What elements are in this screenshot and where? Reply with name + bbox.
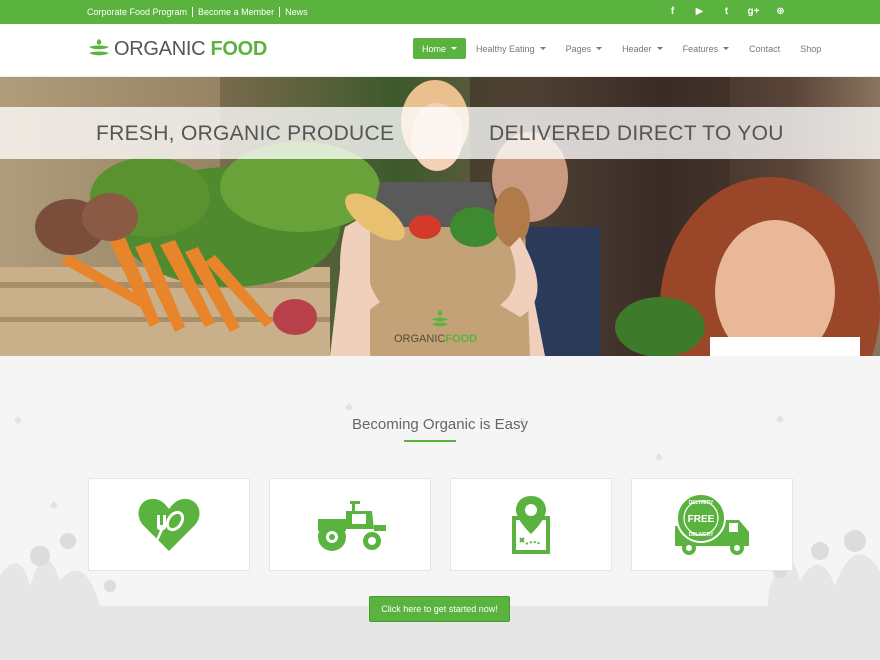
map-pin-icon — [512, 495, 550, 554]
nav-shop[interactable]: Shop — [790, 38, 831, 59]
delivery-truck-icon: FREE DELIVERY DELIVERY — [675, 492, 749, 555]
get-started-button[interactable]: Click here to get started now! — [369, 596, 510, 622]
site-header: ORGANIC FOOD Home Healthy Eating Pages H… — [0, 24, 880, 77]
features-section: Becoming Organic is Easy FREE DELIVERY D… — [0, 356, 880, 660]
top-link-news[interactable]: News — [279, 7, 313, 17]
nav-features[interactable]: Features — [673, 38, 740, 59]
delivery-ring-label-bottom: DELIVERY — [689, 532, 714, 538]
hero-banner: FRESH, ORGANIC PRODUCE DELIVERED DIRECT … — [0, 77, 880, 356]
social-links: f ▶ t g+ ⊛ — [668, 5, 785, 17]
features-title: Becoming Organic is Easy — [352, 416, 528, 433]
top-link-corporate[interactable]: Corporate Food Program — [87, 7, 192, 17]
facebook-icon[interactable]: f — [668, 5, 677, 17]
nav-healthy-eating[interactable]: Healthy Eating — [466, 38, 556, 59]
tractor-icon — [318, 500, 386, 551]
feature-card-farm[interactable] — [269, 478, 431, 571]
hero-left-text: FRESH, ORGANIC PRODUCE — [96, 122, 395, 145]
logo-text-food: FOOD — [210, 37, 268, 60]
nav-header[interactable]: Header — [612, 38, 673, 59]
youtube-icon[interactable]: ▶ — [695, 5, 704, 17]
site-logo[interactable]: ORGANIC FOOD — [88, 37, 267, 61]
hero-right-text: DELIVERED DIRECT TO YOU — [489, 122, 784, 145]
nav-pages[interactable]: Pages — [556, 38, 613, 59]
caret-down-icon — [539, 47, 546, 50]
feature-card-locate[interactable] — [450, 478, 612, 571]
title-underline — [404, 440, 456, 442]
feature-card-delivery[interactable]: FREE DELIVERY DELIVERY — [631, 478, 793, 571]
top-link-member[interactable]: Become a Member — [192, 7, 279, 17]
delivery-free-label: FREE — [688, 514, 715, 525]
caret-down-icon — [656, 47, 663, 50]
top-bar: Corporate Food Program Become a Member N… — [0, 0, 880, 24]
leaf-logo-icon — [89, 39, 109, 56]
nav-contact[interactable]: Contact — [739, 38, 790, 59]
feature-card-healthy[interactable] — [88, 478, 250, 571]
caret-down-icon — [596, 47, 603, 50]
main-nav: Home Healthy Eating Pages Header Feature… — [413, 38, 831, 59]
logo-text-organic: ORGANIC — [114, 37, 211, 60]
top-links: Corporate Food Program Become a Member N… — [87, 7, 313, 17]
dribbble-icon[interactable]: ⊛ — [776, 5, 785, 17]
delivery-ring-label-top: DELIVERY — [689, 500, 714, 506]
caret-down-icon — [451, 47, 458, 50]
bag-logo-text: ORGANICFOOD — [394, 333, 478, 345]
caret-down-icon — [723, 47, 730, 50]
twitter-icon[interactable]: t — [722, 5, 731, 17]
heart-food-icon — [138, 498, 200, 551]
nav-home[interactable]: Home — [413, 38, 467, 59]
google-plus-icon[interactable]: g+ — [748, 5, 760, 17]
